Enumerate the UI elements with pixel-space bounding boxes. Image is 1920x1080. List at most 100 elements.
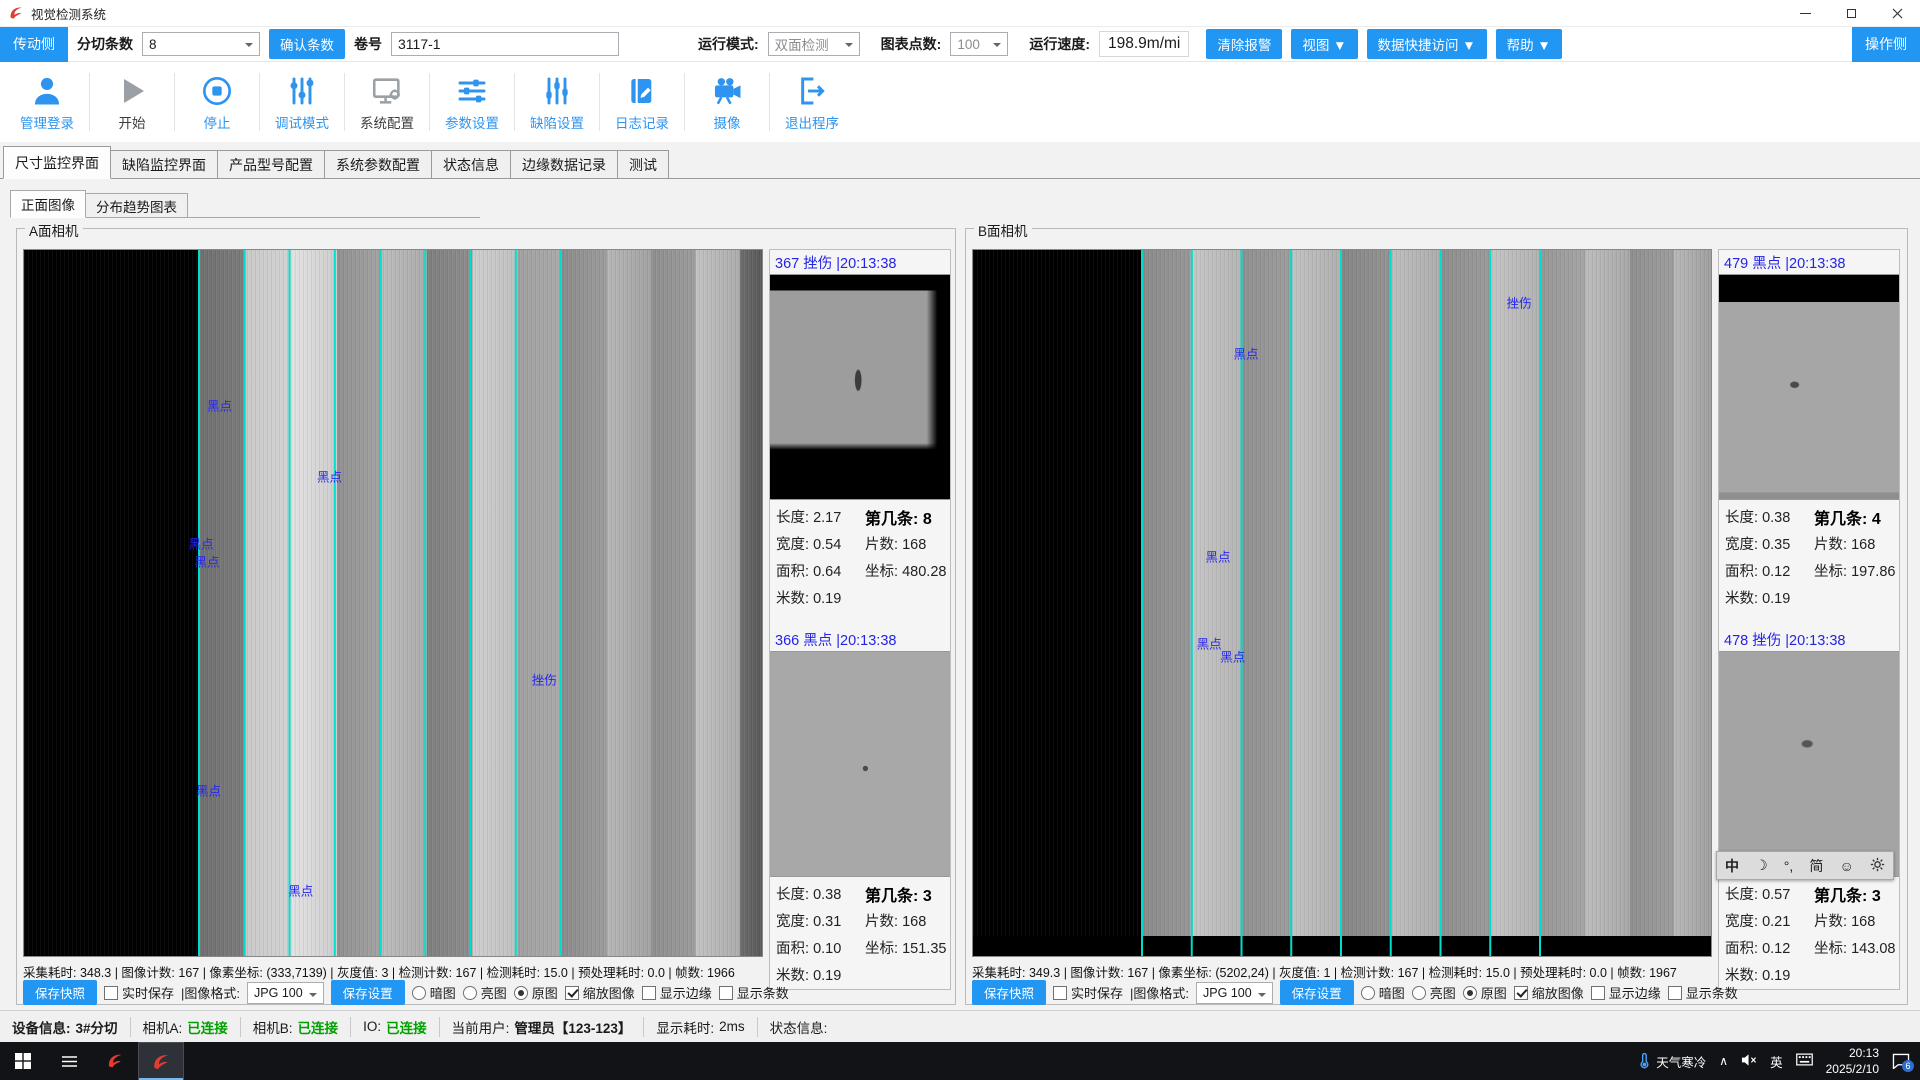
toolbar-log-record[interactable]: 日志记录 [605,73,679,132]
camera-b-stats: 采集耗时: 349.3 | 图像计数: 167 | 像素坐标: (5202,24… [972,962,1714,981]
zoom-image-checkbox[interactable]: 缩放图像 [1514,983,1584,1002]
ime-mode-button[interactable]: 中 [1725,856,1739,876]
ime-settings-gear-icon[interactable] [1870,857,1885,875]
tab-defect-monitor[interactable]: 缺陷监控界面 [110,150,218,178]
toolbar-defect-settings[interactable]: 缺陷设置 [520,73,594,132]
radio-icon [514,986,528,1000]
ime-moon-icon[interactable]: ☽ [1755,857,1768,874]
camera-a-panel: A面相机 黑点黑点黑点黑点挫伤黑点黑点 367 挫伤 |20:13:38 长度:… [16,228,956,1005]
ime-simplified-button[interactable]: 简 [1809,856,1823,876]
show-count-checkbox[interactable]: 显示条数 [1668,983,1738,1002]
camera-a-image[interactable]: 黑点黑点黑点黑点挫伤黑点黑点 [23,249,763,957]
logbook-pencil-icon [624,73,660,109]
subtab-trend-chart[interactable]: 分布趋势图表 [85,193,188,217]
defect-length: 长度: 2.17 [776,506,865,527]
quick-data-menu-button[interactable]: 数据快捷访问 ▼ [1367,29,1487,59]
toolbar-start[interactable]: 开始 [95,73,169,132]
save-settings-button[interactable]: 保存设置 [1280,980,1354,1005]
toolbar-debug-mode[interactable]: 调试模式 [265,73,339,132]
defect-annotation: 黑点 [1220,646,1245,665]
chart-points-select[interactable]: 100 [950,32,1008,56]
radio-label: 暗图 [1379,983,1405,1002]
save-settings-button[interactable]: 保存设置 [331,980,405,1005]
taskbar-weather[interactable]: 天气寒冷 [1637,1052,1706,1071]
run-speed-value: 198.9m/mi [1099,31,1189,57]
dark-image-radio[interactable]: 暗图 [1361,983,1405,1002]
tab-size-monitor[interactable]: 尺寸监控界面 [3,146,111,179]
help-menu-button[interactable]: 帮助 ▼ [1496,29,1562,59]
close-button[interactable] [1874,0,1920,26]
io-connection: IO:已连接 [351,1017,440,1037]
image-format-select[interactable]: JPG 100 [1196,982,1273,1004]
camera-a-defect-list[interactable]: 367 挫伤 |20:13:38 长度: 2.17第几条: 8 宽度: 0.54… [769,249,951,990]
toolbar-param-settings[interactable]: 参数设置 [435,73,509,132]
tab-edge-data[interactable]: 边缘数据记录 [510,150,618,178]
minimize-button[interactable] [1782,0,1828,26]
ime-punctuation-button[interactable]: °, [1784,858,1794,874]
minimize-icon [1800,13,1811,14]
start-button[interactable] [0,1042,46,1080]
defect-card[interactable]: 366 黑点 |20:13:38 长度: 0.38第几条: 3 宽度: 0.31… [770,627,950,988]
toolbar-stop[interactable]: 停止 [180,73,254,132]
defect-width: 宽度: 0.54 [776,533,865,554]
run-mode-select[interactable]: 双面检测 [768,32,860,56]
show-edge-checkbox[interactable]: 显示边缘 [1591,983,1661,1002]
tab-system-params[interactable]: 系统参数配置 [324,150,432,178]
windows-logo-icon [15,1053,31,1069]
camera-b-image[interactable]: 挫伤黑点黑点黑点黑点 [972,249,1712,957]
defect-thumbnail [770,651,950,877]
camera-b-panel: B面相机 挫伤黑点黑点黑点黑点 479 黑点 |20:13:38 长度: 0.3… [965,228,1908,1005]
notification-center-button[interactable]: 6 [1892,1053,1910,1069]
task-view-button[interactable] [46,1042,92,1080]
show-count-checkbox[interactable]: 显示条数 [719,983,789,1002]
realtime-save-checkbox[interactable]: 实时保存 [104,983,174,1002]
touch-keyboard-icon[interactable] [1796,1053,1813,1069]
toolbar-capture[interactable]: 摄像 [690,73,764,132]
save-snapshot-button[interactable]: 保存快照 [23,980,97,1005]
tab-status-info[interactable]: 状态信息 [431,150,511,178]
taskbar-ime-indicator[interactable]: 英 [1770,1052,1783,1071]
bright-image-radio[interactable]: 亮图 [1412,983,1456,1002]
maximize-button[interactable] [1828,0,1874,26]
hidden-icons-chevron[interactable]: ∧ [1719,1054,1728,1068]
roll-number-input[interactable]: 3117-1 [391,32,619,56]
image-format-value: JPG 100 [254,986,303,1000]
horizontal-sliders-icon [454,73,490,109]
toolbar-admin-login[interactable]: 管理登录 [10,73,84,132]
original-image-radio[interactable]: 原图 [1463,983,1507,1002]
defect-card[interactable]: 367 挫伤 |20:13:38 长度: 2.17第几条: 8 宽度: 0.54… [770,250,950,611]
taskbar-app-pinned[interactable] [92,1042,138,1080]
drive-side-button[interactable]: 传动侧 [0,27,68,62]
roll-number-value: 3117-1 [398,36,441,52]
defect-card-header: 479 黑点 |20:13:38 [1719,250,1899,274]
ime-emoji-button[interactable]: ☺ [1839,858,1853,874]
clear-alarm-button[interactable]: 清除报警 [1206,29,1282,59]
defect-card[interactable]: 479 黑点 |20:13:38 长度: 0.38第几条: 4 宽度: 0.35… [1719,250,1899,611]
realtime-save-checkbox[interactable]: 实时保存 [1053,983,1123,1002]
original-image-radio[interactable]: 原图 [514,983,558,1002]
defect-pieces: 片数: 168 [1814,910,1893,931]
toolbar-exit[interactable]: 退出程序 [775,73,849,132]
show-edge-checkbox[interactable]: 显示边缘 [642,983,712,1002]
defect-card[interactable]: 478 挫伤 |20:13:38 长度: 0.57第几条: 3 宽度: 0.21… [1719,627,1899,988]
toolbar-system-config[interactable]: 系统配置 [350,73,424,132]
tab-product-model[interactable]: 产品型号配置 [217,150,325,178]
defect-annotation: 黑点 [189,533,214,552]
volume-muted-icon[interactable] [1741,1053,1757,1070]
toolbar-label: 开始 [119,112,146,132]
tab-test[interactable]: 测试 [617,150,669,178]
taskbar-clock[interactable]: 20:132025/2/10 [1826,1045,1879,1077]
taskbar-app-running[interactable] [138,1042,184,1080]
view-menu-button[interactable]: 视图 ▼ [1291,29,1357,59]
slice-count-label: 分切条数 [77,34,133,54]
image-format-select[interactable]: JPG 100 [247,982,324,1004]
bright-image-radio[interactable]: 亮图 [463,983,507,1002]
subtab-front-image[interactable]: 正面图像 [10,190,86,218]
current-user: 当前用户:管理员【123-123】 [440,1017,645,1037]
save-snapshot-button[interactable]: 保存快照 [972,980,1046,1005]
slice-count-select[interactable]: 8 [142,32,260,56]
confirm-count-button[interactable]: 确认条数 [269,29,345,59]
operate-side-button[interactable]: 操作侧 [1852,27,1920,62]
dark-image-radio[interactable]: 暗图 [412,983,456,1002]
zoom-image-checkbox[interactable]: 缩放图像 [565,983,635,1002]
